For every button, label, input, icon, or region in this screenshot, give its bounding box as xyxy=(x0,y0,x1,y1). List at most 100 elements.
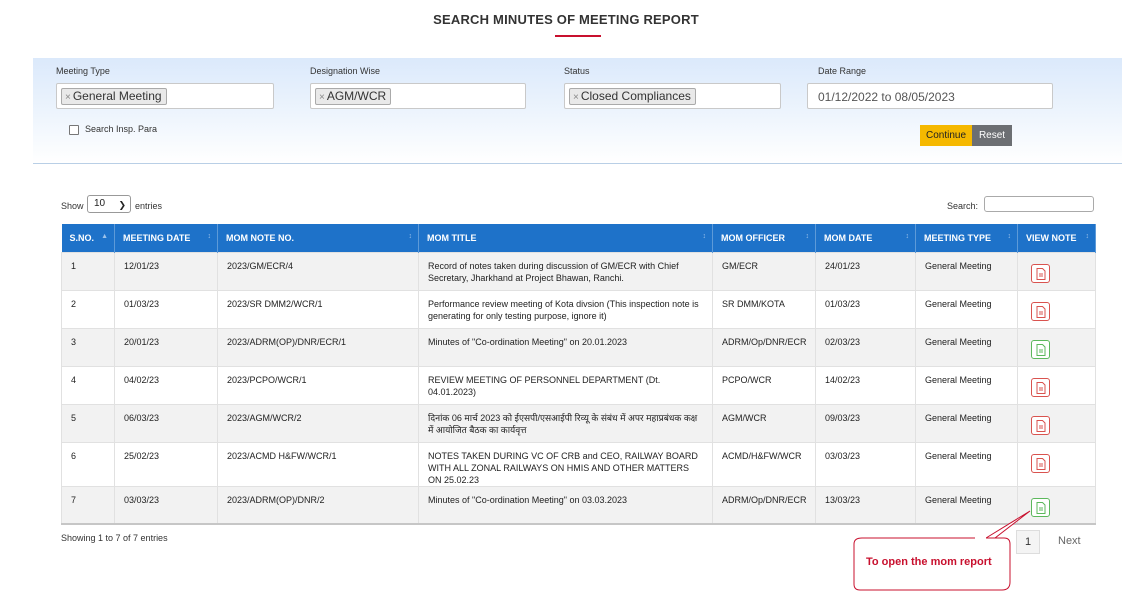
cell-view-note xyxy=(1017,441,1096,487)
column-header-label: VIEW NOTE xyxy=(1026,232,1077,243)
entries-value: 10 xyxy=(94,198,106,209)
entries-label: entries xyxy=(135,201,163,211)
status-select[interactable]: × Closed Compliances xyxy=(564,83,781,109)
designation-label: Designation Wise xyxy=(310,66,381,76)
cell-note-no: 2023/ACMD H&FW/WCR/1 xyxy=(217,441,419,487)
cell-meeting-type: General Meeting xyxy=(915,251,1018,291)
cell-view-note xyxy=(1017,403,1096,443)
table-row: 3 20/01/23 2023/ADRM(OP)/DNR/ECR/1 Minutes … xyxy=(61,327,1096,367)
cell-view-note xyxy=(1017,251,1096,291)
cell-view-note xyxy=(1017,327,1096,367)
sort-icon[interactable]: ↕ xyxy=(1086,233,1090,240)
table-row: 7 03/03/23 2023/ADRM(OP)/DNR/2 Minutes of "… xyxy=(61,485,1096,525)
column-header[interactable]: MOM NOTE NO. ↕ xyxy=(217,224,419,252)
sort-icon[interactable]: ↕ xyxy=(1008,233,1012,240)
column-header-label: MOM NOTE NO. xyxy=(226,232,294,243)
designation-chip[interactable]: × AGM/WCR xyxy=(315,88,392,105)
cell-title: Performance review meeting of Kota divsi… xyxy=(418,289,713,329)
cell-title: Minutes of "Co-ordination Meeting" on 20… xyxy=(418,327,713,367)
cell-meeting-date: 25/02/23 xyxy=(114,441,218,487)
column-header[interactable]: MEETING DATE ↕ xyxy=(114,224,218,252)
search-insp-para-checkbox[interactable] xyxy=(69,125,79,135)
sort-icon[interactable]: ↕ xyxy=(806,233,810,240)
cell-title: NOTES TAKEN DURING VC OF CRB and CEO, RA… xyxy=(418,441,713,487)
column-header[interactable]: S.NO. ▲ xyxy=(61,224,115,252)
sort-icon[interactable]: ▲ xyxy=(101,233,108,240)
chip-remove-icon[interactable]: × xyxy=(65,92,71,103)
status-chip[interactable]: × Closed Compliances xyxy=(569,88,696,105)
column-header-label: MOM TITLE xyxy=(427,232,477,243)
cell-officer: ADRM/Op/DNR/ECR xyxy=(712,485,816,525)
cell-note-no: 2023/ADRM(OP)/DNR/2 xyxy=(217,485,419,525)
view-note-pdf-icon[interactable] xyxy=(1031,263,1050,283)
page-title: SEARCH MINUTES OF MEETING REPORT xyxy=(433,12,699,27)
status-label: Status xyxy=(564,66,590,76)
search-label: Search: xyxy=(947,201,979,211)
cell-sno: 2 xyxy=(61,289,115,329)
cell-officer: ACMD/H&FW/WCR xyxy=(712,441,816,487)
chip-remove-icon[interactable]: × xyxy=(573,92,579,103)
designation-value: AGM/WCR xyxy=(326,89,387,103)
page-1-button[interactable]: 1 xyxy=(1016,530,1040,554)
cell-mom-date: 24/01/23 xyxy=(815,251,916,291)
cell-meeting-date: 03/03/23 xyxy=(114,485,218,525)
column-header-label: S.NO. xyxy=(69,232,95,243)
view-note-pdf-icon[interactable] xyxy=(1031,453,1050,473)
cell-meeting-type: General Meeting xyxy=(915,441,1018,487)
sort-icon[interactable]: ↕ xyxy=(906,233,910,240)
view-note-pdf-icon[interactable] xyxy=(1031,415,1050,435)
show-label: Show xyxy=(61,201,84,211)
designation-select[interactable]: × AGM/WCR xyxy=(310,83,526,109)
mom-table: S.NO. ▲ MEETING DATE ↕ MOM NOTE NO. ↕ MOM TITL… xyxy=(61,224,1096,525)
meeting-type-select[interactable]: × General Meeting xyxy=(56,83,274,109)
meeting-type-label: Meeting Type xyxy=(56,66,110,76)
cell-note-no: 2023/AGM/WCR/2 xyxy=(217,403,419,443)
view-note-doc-icon[interactable] xyxy=(1031,497,1050,517)
continue-button[interactable]: Continue xyxy=(920,125,972,146)
callout-text: To open the mom report xyxy=(866,556,992,568)
column-header[interactable]: MOM DATE ↕ xyxy=(815,224,916,252)
date-range-input[interactable]: 01/12/2022 to 08/05/2023 xyxy=(807,83,1053,109)
sort-icon[interactable]: ↕ xyxy=(703,233,707,240)
column-header-label: MEETING TYPE xyxy=(924,232,992,243)
cell-officer: AGM/WCR xyxy=(712,403,816,443)
column-header[interactable]: MOM TITLE ↕ xyxy=(418,224,713,252)
sort-icon[interactable]: ↕ xyxy=(208,233,212,240)
column-header-label: MOM DATE xyxy=(824,232,873,243)
sort-icon[interactable]: ↕ xyxy=(409,233,413,240)
cell-meeting-type: General Meeting xyxy=(915,365,1018,405)
column-header-label: MEETING DATE xyxy=(123,232,191,243)
cell-sno: 6 xyxy=(61,441,115,487)
column-header[interactable]: MEETING TYPE ↕ xyxy=(915,224,1018,252)
reset-button[interactable]: Reset xyxy=(972,125,1012,146)
title-underline xyxy=(555,35,601,37)
table-row: 5 06/03/23 2023/AGM/WCR/2 दिनांक 06 मार्च 2… xyxy=(61,403,1096,443)
search-input[interactable] xyxy=(984,196,1094,212)
cell-view-note xyxy=(1017,485,1096,525)
cell-note-no: 2023/PCPO/WCR/1 xyxy=(217,365,419,405)
cell-mom-date: 03/03/23 xyxy=(815,441,916,487)
chip-remove-icon[interactable]: × xyxy=(319,92,325,103)
cell-view-note xyxy=(1017,289,1096,329)
table-header-row: S.NO. ▲ MEETING DATE ↕ MOM NOTE NO. ↕ MOM TITL… xyxy=(61,224,1096,252)
cell-meeting-date: 20/01/23 xyxy=(114,327,218,367)
chevron-down-icon: ❯ xyxy=(118,200,126,210)
date-range-value: 01/12/2022 to 08/05/2023 xyxy=(818,90,955,104)
cell-officer: GM/ECR xyxy=(712,251,816,291)
view-note-pdf-icon[interactable] xyxy=(1031,301,1050,321)
column-header-label: MOM OFFICER xyxy=(721,232,785,243)
next-page-link[interactable]: Next xyxy=(1058,535,1081,547)
cell-meeting-type: General Meeting xyxy=(915,485,1018,525)
cell-mom-date: 13/03/23 xyxy=(815,485,916,525)
view-note-doc-icon[interactable] xyxy=(1031,339,1050,359)
cell-officer: ADRM/Op/DNR/ECR xyxy=(712,327,816,367)
cell-officer: PCPO/WCR xyxy=(712,365,816,405)
column-header[interactable]: VIEW NOTE ↕ xyxy=(1017,224,1096,252)
cell-sno: 3 xyxy=(61,327,115,367)
cell-title: Minutes of "Co-ordination Meeting" on 03… xyxy=(418,485,713,525)
meeting-type-chip[interactable]: × General Meeting xyxy=(61,88,167,105)
column-header[interactable]: MOM OFFICER ↕ xyxy=(712,224,816,252)
entries-select[interactable]: 10 ❯ xyxy=(87,195,131,213)
view-note-pdf-icon[interactable] xyxy=(1031,377,1050,397)
cell-mom-date: 14/02/23 xyxy=(815,365,916,405)
